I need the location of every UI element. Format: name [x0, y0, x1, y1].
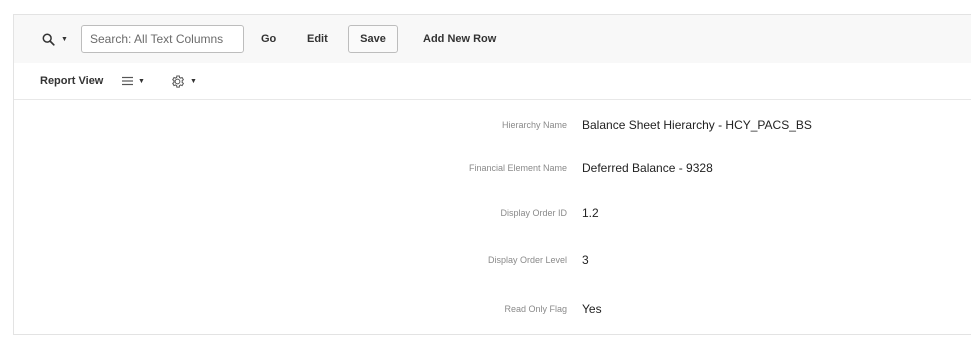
report-region: ▼ Go Edit Save Add New Row Report View ▼… [13, 14, 971, 335]
field-label: Read Only Flag [504, 304, 567, 314]
magnifier-icon [42, 33, 55, 46]
search-input[interactable] [81, 25, 244, 53]
field-value: Deferred Balance - 9328 [582, 161, 713, 175]
field-read-only-flag: Read Only Flag Yes [14, 301, 971, 321]
hamburger-icon [122, 76, 133, 86]
edit-button[interactable]: Edit [296, 25, 339, 53]
report-view-button[interactable]: Report View [40, 75, 103, 87]
field-display-order-id: Display Order ID 1.2 [14, 205, 971, 225]
field-label: Hierarchy Name [501, 120, 567, 130]
chevron-down-icon: ▼ [190, 77, 197, 85]
field-label: Display Order Level [487, 255, 567, 265]
field-hierarchy-name: Hierarchy Name Balance Sheet Hierarchy -… [14, 117, 971, 137]
field-value: 3 [582, 253, 589, 267]
field-value: Balance Sheet Hierarchy - HCY_PACS_BS [582, 118, 812, 132]
search-column-menu[interactable]: ▼ [42, 29, 68, 49]
field-label: Display Order ID [500, 208, 567, 218]
chevron-down-icon: ▼ [61, 35, 68, 43]
go-button[interactable]: Go [250, 25, 287, 53]
field-financial-element-name: Financial Element Name Deferred Balance … [14, 160, 971, 180]
actions-menu-button[interactable]: ▼ [170, 72, 197, 90]
report-actions-bar: Report View ▼ ▼ [14, 63, 971, 100]
field-label: Financial Element Name [468, 163, 567, 173]
save-button[interactable]: Save [348, 25, 398, 53]
field-display-order-level: Display Order Level 3 [14, 252, 971, 272]
field-value: 1.2 [582, 206, 599, 220]
chevron-down-icon: ▼ [138, 77, 145, 85]
view-menu-button[interactable]: ▼ [122, 72, 145, 90]
field-value: Yes [582, 302, 602, 316]
report-toolbar: ▼ Go Edit Save Add New Row [14, 15, 971, 64]
add-new-row-button[interactable]: Add New Row [412, 25, 507, 53]
gear-icon [172, 74, 185, 88]
